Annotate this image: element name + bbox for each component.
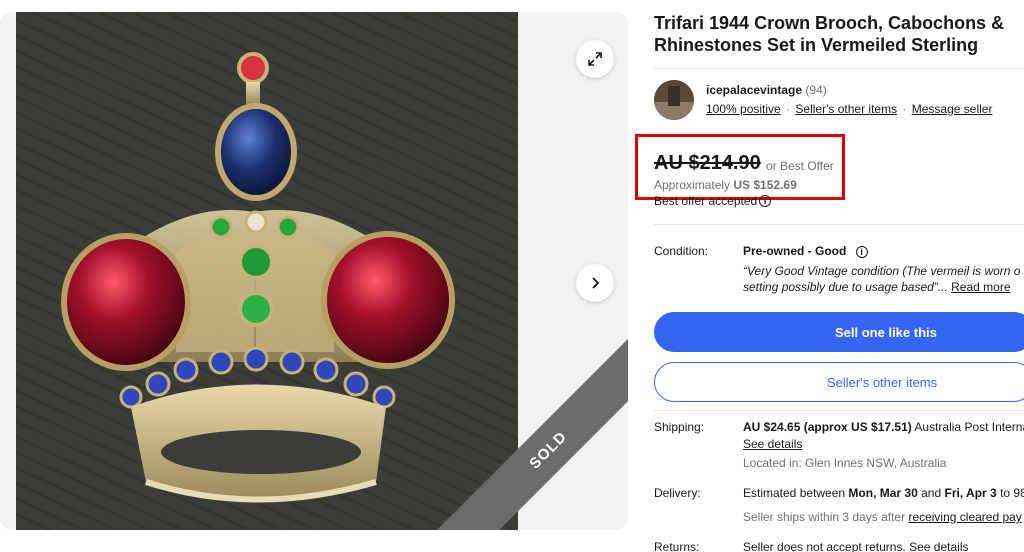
seller-name-link[interactable]: icepalacevintage [706, 83, 802, 97]
best-offer-accepted: Best offer accepted i [654, 194, 772, 208]
positive-feedback-link[interactable]: 100% positive [706, 102, 781, 116]
condition-text: Pre-owned - Good [743, 244, 847, 258]
shipping-label: Shipping: [654, 420, 705, 434]
sell-one-like-this-button[interactable]: Sell one like this [654, 312, 1024, 352]
best-offer-accepted-text: Best offer accepted [654, 194, 758, 208]
seller-card: icepalacevintage (94) 100% positive · Se… [654, 68, 1024, 120]
approx-label: Approximately [654, 178, 731, 192]
crown-brooch-image [16, 12, 518, 530]
seller-other-items-link[interactable]: Seller's other items [795, 102, 897, 116]
expand-icon [588, 52, 602, 66]
item-location: Located in: Glen Innes NSW, Australia [743, 456, 947, 470]
condition-quote-1: “Very Good Vintage condition (The vermei… [743, 264, 1020, 278]
separator-dot: · [902, 102, 907, 116]
condition-quote-line2: setting possibly due to usage based”... [743, 280, 948, 294]
seller-info: icepalacevintage (94) 100% positive · Se… [706, 81, 992, 119]
shipping-cost: AU $24.65 (approx US $17.51) [743, 420, 912, 434]
next-image-button[interactable] [576, 264, 614, 302]
condition-quote-2: setting possibly due to usage based”... … [743, 280, 1011, 294]
condition-quote-line1: “Very Good Vintage condition (The vermei… [743, 264, 1021, 278]
divider [654, 224, 1024, 225]
delivery-to: to 98 [1000, 486, 1024, 500]
delivery-prefix: Estimated between [743, 486, 846, 500]
shipping-details: See details [743, 437, 802, 451]
sellers-other-items-button[interactable]: Seller's other items [654, 362, 1024, 402]
ships-within-text: Seller ships within 3 days after [743, 510, 906, 524]
sell-one-label: Sell one like this [835, 324, 937, 340]
approx-value: US $152.69 [733, 178, 797, 192]
price-amount: AU $214.90 [654, 152, 761, 174]
seller-avatar[interactable] [654, 80, 694, 120]
expand-button[interactable] [576, 40, 614, 78]
delivery-estimate: Estimated between Mon, Mar 30 and Fri, A… [743, 486, 1024, 500]
listing-info-panel: Trifari 1944 Crown Brooch, Cabochons & R… [635, 12, 1024, 552]
returns-see-details-link[interactable]: See details [909, 540, 968, 552]
delivery-ships-note: Seller ships within 3 days after receivi… [743, 510, 1022, 524]
condition-label: Condition: [654, 244, 709, 258]
divider [654, 410, 1024, 411]
product-photo[interactable] [16, 12, 518, 530]
read-more-link[interactable]: Read more [951, 280, 1010, 294]
condition-value: Pre-owned - Good i [743, 244, 868, 258]
approx-price: Approximately US $152.69 [654, 178, 797, 192]
message-seller-link[interactable]: Message seller [912, 102, 993, 116]
shipping-service: Australia Post Internat [914, 420, 1024, 434]
image-gallery: SOLD [0, 12, 628, 530]
info-icon[interactable]: i [759, 195, 772, 207]
chevron-right-icon [592, 277, 600, 289]
returns-value: Seller does not accept returns. See deta… [743, 540, 968, 552]
delivery-date-end: Fri, Apr 3 [944, 486, 997, 500]
separator-dot: · [786, 102, 791, 116]
returns-text: Seller does not accept returns. [743, 540, 906, 552]
delivery-and: and [921, 486, 942, 500]
avatar-image [654, 80, 694, 120]
delivery-date-start: Mon, Mar 30 [848, 486, 918, 500]
best-offer-label: or Best Offer [766, 159, 834, 173]
shipping-see-details-link[interactable]: See details [743, 437, 802, 451]
listing-title: Trifari 1944 Crown Brooch, Cabochons & R… [654, 13, 1005, 55]
delivery-label: Delivery: [654, 486, 701, 500]
shipping-value: AU $24.65 (approx US $17.51) Australia P… [743, 420, 1024, 434]
condition-info-icon[interactable]: i [855, 246, 868, 258]
returns-label: Returns: [654, 540, 700, 552]
cleared-payment-link[interactable]: receiving cleared pay [908, 510, 1021, 524]
sellers-other-items-label: Seller's other items [827, 374, 938, 390]
listing-page: SOLD Trifari 1944 Crown Brooch, Cabochon… [0, 0, 1024, 552]
seller-feedback-score: (94) [805, 83, 827, 97]
